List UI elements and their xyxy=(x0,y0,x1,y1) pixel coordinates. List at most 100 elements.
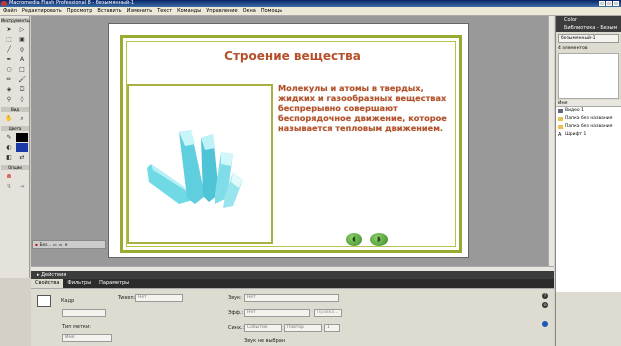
menu-view[interactable]: Просмотр xyxy=(67,8,93,14)
eyedropper-icon[interactable]: ⚲ xyxy=(3,95,15,104)
menu-help[interactable]: Помощь xyxy=(261,8,282,14)
menu-bar: Файл Редактировать Просмотр Вставить Изм… xyxy=(0,7,621,16)
straighten-option-icon[interactable]: ⇥ xyxy=(16,182,28,191)
sync-select[interactable]: Событие xyxy=(244,324,282,332)
menu-window[interactable]: Окна xyxy=(243,8,256,14)
menu-text[interactable]: Текст xyxy=(157,8,172,14)
video-icon xyxy=(558,109,563,113)
minimize-button[interactable] xyxy=(599,1,605,6)
frame-name-input[interactable] xyxy=(62,309,106,317)
tween-select[interactable]: Нет xyxy=(135,294,183,302)
prev-slide-button[interactable]: ◖ xyxy=(346,233,362,246)
stroke-swatch[interactable] xyxy=(16,133,28,142)
library-item[interactable]: Видео 1 xyxy=(556,107,621,115)
oval-tool-icon[interactable]: ○ xyxy=(3,65,15,74)
brush-tool-icon[interactable]: 🖌 xyxy=(16,75,28,84)
snap-option-icon[interactable]: ⋒ xyxy=(3,172,15,181)
effect-select[interactable]: Нет xyxy=(244,309,310,317)
flash-app-icon xyxy=(1,1,7,6)
document-tab-label: Без... xyxy=(39,242,51,247)
selection-tool-icon[interactable]: ➤ xyxy=(3,25,15,34)
library-item[interactable]: Папка без названия xyxy=(556,123,621,131)
frame-icon xyxy=(37,295,51,307)
frame-label: Кадр xyxy=(61,298,75,304)
paint-bucket-icon[interactable]: ⛋ xyxy=(16,85,28,94)
library-panel-title: Библиотека - Безым xyxy=(564,25,618,31)
vertical-scrollbar[interactable] xyxy=(548,16,554,268)
repeat-select[interactable]: Повтор xyxy=(284,324,322,332)
help-icon[interactable]: ? xyxy=(542,293,548,299)
color-panel-title: Color xyxy=(564,17,578,23)
effect-label: Эфф.: xyxy=(228,310,244,316)
library-document-select[interactable]: безымянный-1 xyxy=(558,34,619,43)
line-tool-icon[interactable]: ╱ xyxy=(3,45,15,54)
library-item-label: Видео 1 xyxy=(565,108,584,113)
menu-insert[interactable]: Вставить xyxy=(97,8,121,14)
document-icon: ▪ xyxy=(35,242,38,247)
options-label: Опции xyxy=(1,165,29,170)
zoom-tool-icon[interactable]: ⌕ xyxy=(16,114,28,123)
tab-filters[interactable]: Фильтры xyxy=(63,279,95,288)
library-item-label: Шрифт 1 xyxy=(565,132,587,137)
menu-modify[interactable]: Изменить xyxy=(127,8,153,14)
library-name-column[interactable]: Имя xyxy=(556,100,621,107)
maximize-icon[interactable]: ▭ xyxy=(59,242,63,247)
actions-label: Действия xyxy=(41,272,67,278)
tools-panel: Инструменты ➤ ▷ ⬚ ▣ ╱ ϙ ✒ A ○ □ ✏ 🖌 ◈ ⛋ … xyxy=(0,16,30,278)
library-item-label: Папка без названия xyxy=(565,116,613,121)
maximize-button[interactable] xyxy=(606,1,612,6)
document-tab[interactable]: ▪ Без... ▭ ▭ ✕ xyxy=(32,240,106,249)
library-item-label: Папка без названия xyxy=(565,124,613,129)
repeat-count-input[interactable]: 1 xyxy=(324,324,340,332)
sound-label: Звук: xyxy=(228,295,242,301)
fill-transform-icon[interactable]: ▣ xyxy=(16,35,28,44)
library-item[interactable]: Папка без названия xyxy=(556,115,621,123)
menu-control[interactable]: Управление xyxy=(206,8,237,14)
restore-icon[interactable]: ▭ xyxy=(53,242,57,247)
rectangle-tool-icon[interactable]: □ xyxy=(16,65,28,74)
free-transform-icon[interactable]: ⬚ xyxy=(3,35,15,44)
slide-title: Строение вещества xyxy=(224,49,361,63)
menu-file[interactable]: Файл xyxy=(3,8,17,14)
title-bar: Macromedia Flash Professional 8 - безымя… xyxy=(0,0,621,7)
right-panel: Color Библиотека - Безым безымянный-1 4 … xyxy=(555,16,621,346)
sound-select[interactable]: Нет xyxy=(244,294,339,302)
tab-parameters[interactable]: Параметры xyxy=(95,279,133,288)
slide-text: Молекулы и атомы в твердых, жидких и газ… xyxy=(278,83,447,133)
tools-label: Инструменты xyxy=(1,18,30,23)
text-tool-icon[interactable]: A xyxy=(16,55,28,64)
label-type-select[interactable]: Имя xyxy=(62,334,112,342)
properties-tabs: Свойства Фильтры Параметры xyxy=(31,279,554,288)
smooth-option-icon[interactable]: ↯ xyxy=(3,182,15,191)
colors-label: Цвета xyxy=(1,126,29,131)
stroke-color-icon[interactable]: ✎ xyxy=(3,133,15,142)
next-slide-button[interactable]: ◗ xyxy=(370,233,388,246)
menu-commands[interactable]: Команды xyxy=(177,8,201,14)
close-icon[interactable]: ✕ xyxy=(64,242,67,247)
actions-panel-header[interactable]: ▸ Действия xyxy=(31,271,554,279)
pencil-tool-icon[interactable]: ✏ xyxy=(3,75,15,84)
subselection-tool-icon[interactable]: ▷ xyxy=(16,25,28,34)
collapse-icon[interactable]: ⊙ xyxy=(542,302,548,308)
tween-label: Tween: xyxy=(118,295,136,301)
pen-tool-icon[interactable]: ✒ xyxy=(3,55,15,64)
close-button[interactable] xyxy=(613,1,619,6)
library-count: 4 элементов xyxy=(558,46,588,51)
swap-colors-icon[interactable]: ⇄ xyxy=(16,153,28,162)
folder-icon xyxy=(558,125,563,129)
add-icon[interactable] xyxy=(542,321,548,327)
fill-swatch[interactable] xyxy=(16,143,28,152)
library-panel-header[interactable]: Библиотека - Безым xyxy=(556,24,621,32)
library-item[interactable]: A Шрифт 1 xyxy=(556,131,621,139)
lasso-tool-icon[interactable]: ϙ xyxy=(16,45,28,54)
edit-button[interactable]: Правка... xyxy=(314,309,342,317)
ink-bottle-icon[interactable]: ◈ xyxy=(3,85,15,94)
default-colors-icon[interactable]: ◧ xyxy=(3,153,15,162)
menu-edit[interactable]: Редактировать xyxy=(22,8,62,14)
tab-properties[interactable]: Свойства xyxy=(31,279,64,288)
sound-status: Звук не выбран xyxy=(244,338,286,344)
eraser-icon[interactable]: ◊ xyxy=(16,95,28,104)
color-panel-header[interactable]: Color xyxy=(556,16,621,24)
fill-color-icon[interactable]: ◐ xyxy=(3,143,15,152)
hand-tool-icon[interactable]: ✋ xyxy=(3,114,15,123)
